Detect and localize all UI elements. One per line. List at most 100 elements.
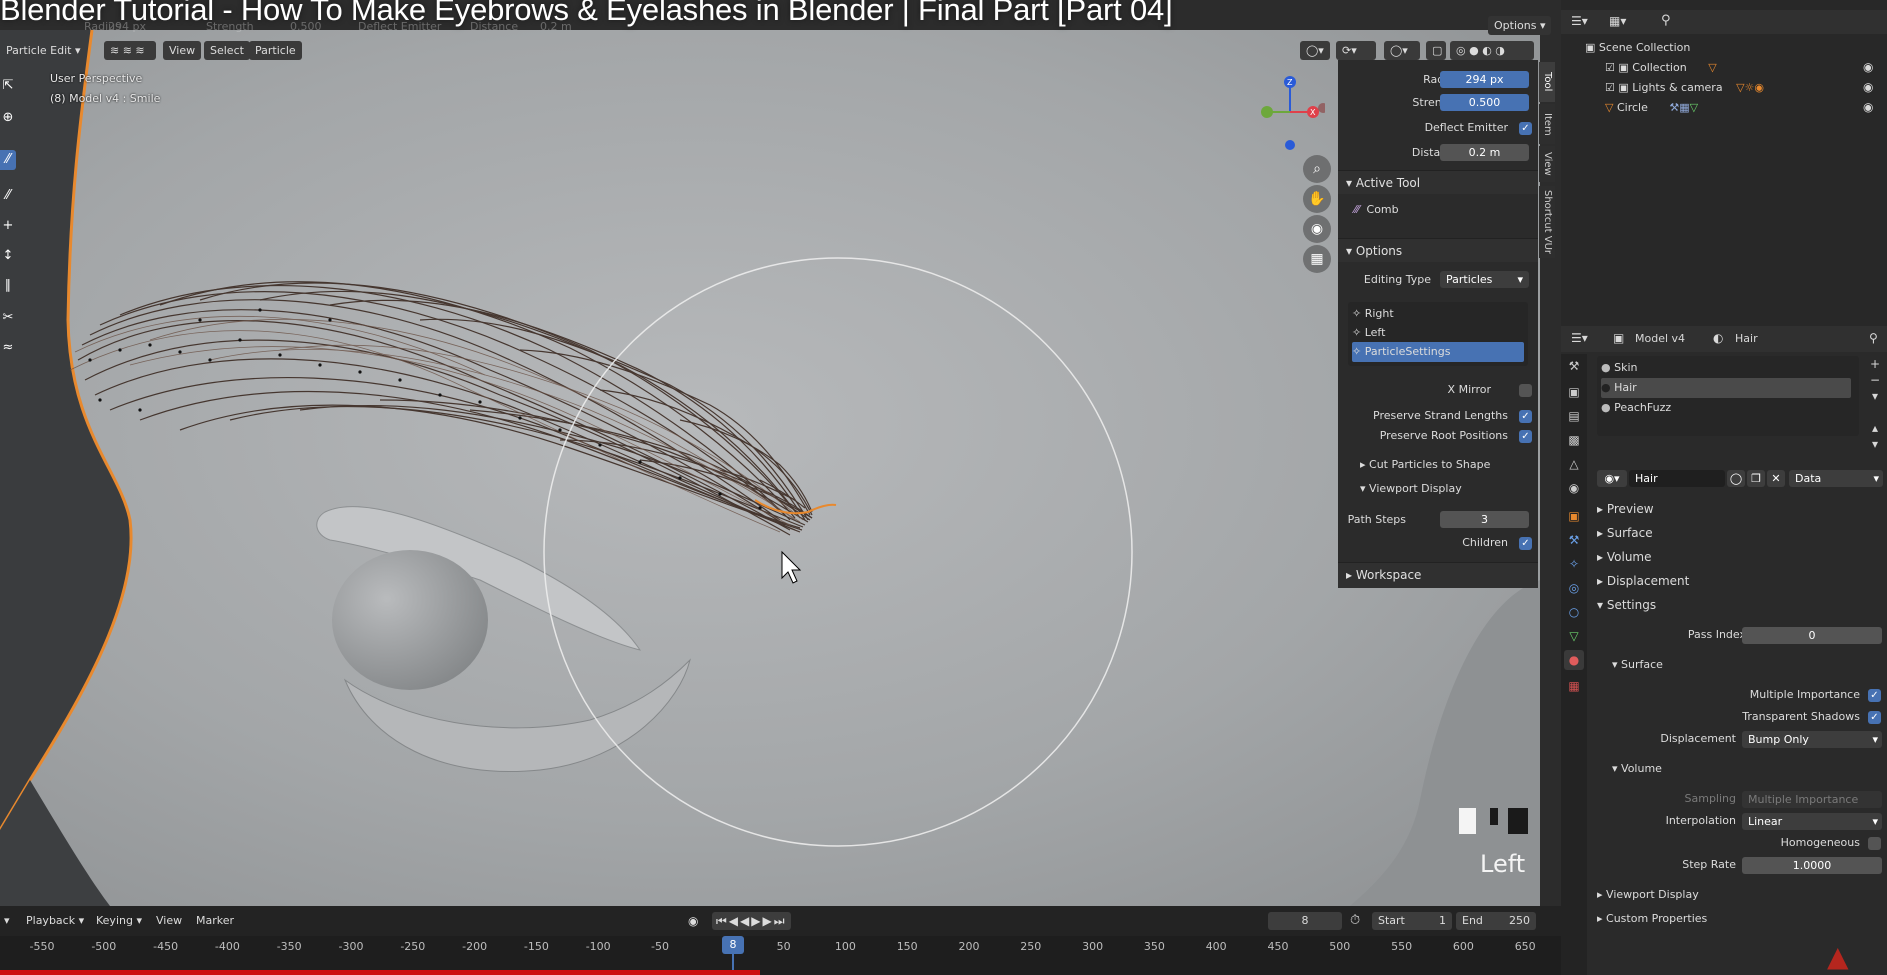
video-progress-bar[interactable] bbox=[0, 970, 760, 975]
radius-field[interactable]: 294 px bbox=[1440, 71, 1529, 88]
cut-particles-section[interactable]: ▸ Cut Particles to Shape bbox=[1338, 455, 1538, 475]
record-icon[interactable]: ◉ bbox=[688, 912, 698, 930]
menu-keying[interactable]: Keying ▾ bbox=[96, 912, 142, 930]
section-displacement[interactable]: ▸ Displacement bbox=[1597, 574, 1689, 588]
length-tool-icon[interactable]: ↕ bbox=[0, 246, 16, 266]
display-mode-icon[interactable]: ▦▾ bbox=[1609, 14, 1626, 28]
options-dropdown[interactable]: Options ▾ bbox=[1488, 16, 1552, 35]
ortho-grid-icon[interactable]: ▦ bbox=[1303, 245, 1331, 273]
x-mirror-checkbox[interactable] bbox=[1519, 384, 1532, 397]
render-tab-icon[interactable]: ▣ bbox=[1564, 382, 1584, 402]
active-tool-item[interactable]: ⁄⁄⁄ Comb bbox=[1338, 200, 1538, 220]
tab-tool[interactable]: Tool bbox=[1539, 62, 1555, 102]
physics-tab-icon[interactable]: ◎ bbox=[1564, 578, 1584, 598]
deflect-emitter-checkbox[interactable]: ✓ bbox=[1519, 122, 1532, 135]
modifier-tab-icon[interactable]: ⚒ bbox=[1564, 530, 1584, 550]
outliner-item-circle[interactable]: ▽ Circle ⚒▦▽ bbox=[1561, 98, 1887, 117]
editing-type-dropdown[interactable]: Particles ▾ bbox=[1440, 271, 1529, 288]
outliner-item-lights-camera[interactable]: ☑ ▣ Lights & camera ▽☼◉ bbox=[1561, 78, 1887, 97]
section-surface[interactable]: ▸ Surface bbox=[1597, 526, 1653, 540]
material-name-field[interactable]: Hair bbox=[1629, 470, 1725, 487]
material-tab-icon[interactable]: ● bbox=[1564, 650, 1584, 670]
path-steps-field[interactable]: 3 bbox=[1440, 511, 1529, 528]
editor-type-icon[interactable]: ☰▾ bbox=[1571, 14, 1588, 28]
displacement-dropdown[interactable]: Bump Only ▾ bbox=[1742, 731, 1882, 748]
menu-marker[interactable]: Marker bbox=[196, 912, 234, 930]
material-browse-button[interactable]: ◉▾ bbox=[1597, 470, 1627, 487]
eye-icon[interactable]: ◉ bbox=[1863, 60, 1873, 74]
cursor-tool-icon[interactable]: ⊕ bbox=[0, 108, 16, 128]
cut-tool-icon[interactable]: ✂ bbox=[0, 308, 16, 328]
gizmo-toggle[interactable]: ⟳▾ bbox=[1336, 41, 1376, 60]
shading-modes[interactable]: ◎ ● ◐ ◑ bbox=[1450, 41, 1534, 60]
eye-icon[interactable]: ◉ bbox=[1863, 80, 1873, 94]
smooth-tool-icon[interactable]: ⁄⁄ bbox=[0, 186, 16, 206]
options-header[interactable]: ▾ Options bbox=[1338, 238, 1538, 262]
current-frame-field[interactable]: 8 bbox=[1268, 912, 1342, 930]
list-item-left[interactable]: ✧ Left bbox=[1352, 323, 1522, 343]
pin-icon[interactable]: ⚲ bbox=[1869, 331, 1878, 345]
section-settings[interactable]: ▾ Settings bbox=[1597, 598, 1656, 612]
multiple-importance-checkbox[interactable]: ✓ bbox=[1868, 689, 1881, 702]
eye-icon[interactable]: ◉ bbox=[1863, 100, 1873, 114]
texture-tab-icon[interactable]: ▦ bbox=[1564, 676, 1584, 696]
zoom-icon[interactable]: ⌕ bbox=[1303, 155, 1331, 183]
end-frame-field[interactable]: End 250 bbox=[1456, 912, 1536, 930]
subsection-surface[interactable]: ▾ Surface bbox=[1612, 658, 1663, 671]
preserve-root-checkbox[interactable]: ✓ bbox=[1519, 430, 1532, 443]
world-tab-icon[interactable]: ◉ bbox=[1564, 478, 1584, 498]
tab-view[interactable]: View bbox=[1539, 146, 1555, 182]
scene-tab-icon[interactable]: △ bbox=[1564, 454, 1584, 474]
playhead-frame[interactable]: 8 bbox=[722, 936, 744, 954]
subsection-volume[interactable]: ▾ Volume bbox=[1612, 762, 1662, 775]
data-tab-icon[interactable]: ▽ bbox=[1564, 626, 1584, 646]
section-custom-properties[interactable]: ▸ Custom Properties bbox=[1597, 912, 1707, 925]
playback-controls[interactable]: ⏮◀◀▶▶⏭ bbox=[712, 912, 791, 930]
start-frame-field[interactable]: Start 1 bbox=[1372, 912, 1452, 930]
transparent-shadows-checkbox[interactable]: ✓ bbox=[1868, 711, 1881, 724]
step-rate-field[interactable]: 1.0000 bbox=[1742, 857, 1882, 874]
viewport-display-section[interactable]: ▾ Viewport Display bbox=[1338, 479, 1538, 499]
editor-type-icon[interactable]: ▾ bbox=[4, 912, 10, 930]
breadcrumb-material[interactable]: Hair bbox=[1735, 332, 1758, 345]
menu-select[interactable]: Select bbox=[204, 41, 250, 60]
menu-view[interactable]: View bbox=[156, 912, 182, 930]
fake-user-icon[interactable]: ◯ bbox=[1727, 470, 1745, 487]
stopwatch-icon[interactable]: ⏱ bbox=[1350, 912, 1360, 930]
breadcrumb-object[interactable]: Model v4 bbox=[1635, 332, 1685, 345]
interpolation-dropdown[interactable]: Linear ▾ bbox=[1742, 813, 1882, 830]
visibility-dropdown[interactable]: ◯▾ bbox=[1300, 41, 1330, 60]
tab-shortcut-vur[interactable]: Shortcut VUr bbox=[1539, 186, 1555, 258]
editor-type-icon[interactable]: ☰▾ bbox=[1571, 331, 1588, 345]
distance-field[interactable]: 0.2 m bbox=[1440, 144, 1529, 161]
menu-playback[interactable]: Playback ▾ bbox=[26, 912, 84, 930]
overlay-toggle[interactable]: ◯▾ bbox=[1384, 41, 1420, 60]
duplicate-icon[interactable]: ❐ bbox=[1747, 470, 1765, 487]
xray-toggle[interactable]: ▢ bbox=[1426, 41, 1446, 60]
section-preview[interactable]: ▸ Preview bbox=[1597, 502, 1654, 516]
object-tab-icon[interactable]: ▣ bbox=[1564, 506, 1584, 526]
sampling-dropdown[interactable]: Multiple Importance bbox=[1742, 791, 1882, 808]
output-tab-icon[interactable]: ▤ bbox=[1564, 406, 1584, 426]
section-volume[interactable]: ▸ Volume bbox=[1597, 550, 1652, 564]
pan-hand-icon[interactable]: ✋ bbox=[1303, 185, 1331, 213]
weight-tool-icon[interactable]: ≈ bbox=[0, 338, 16, 358]
material-slot-skin[interactable]: ● Skin bbox=[1601, 358, 1851, 378]
camera-view-icon[interactable]: ◉ bbox=[1303, 215, 1331, 243]
section-viewport-display[interactable]: ▸ Viewport Display bbox=[1597, 888, 1699, 901]
link-dropdown[interactable]: Data ▾ bbox=[1789, 470, 1883, 487]
tool-tab-icon[interactable]: ⚒ bbox=[1564, 356, 1584, 376]
menu-view[interactable]: View bbox=[163, 41, 202, 60]
outliner-item-collection[interactable]: ☑ ▣ Collection ▽ bbox=[1561, 58, 1887, 77]
list-item-particlesettings[interactable]: ✧ ParticleSettings bbox=[1352, 342, 1524, 362]
select-tool-icon[interactable]: ⇱ bbox=[0, 76, 16, 96]
children-checkbox[interactable]: ✓ bbox=[1519, 537, 1532, 550]
puff-tool-icon[interactable]: ∥ bbox=[0, 276, 16, 296]
view-layer-tab-icon[interactable]: ▩ bbox=[1564, 430, 1584, 450]
select-mode-buttons[interactable]: ≋ ≋ ≋ bbox=[104, 41, 156, 60]
strength-field[interactable]: 0.500 bbox=[1440, 94, 1529, 111]
scene-collection-row[interactable]: ▣ Scene Collection bbox=[1561, 38, 1887, 57]
active-tool-header[interactable]: ▾ Active Tool bbox=[1338, 170, 1538, 194]
search-icon[interactable]: ⚲ bbox=[1661, 13, 1671, 28]
unlink-icon[interactable]: ✕ bbox=[1767, 470, 1785, 487]
